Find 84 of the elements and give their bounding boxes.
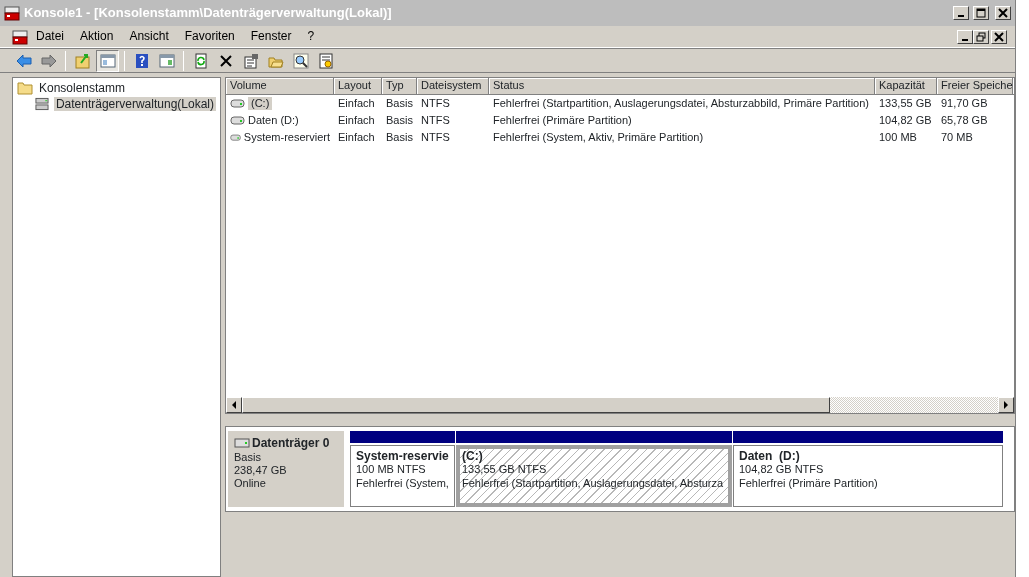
horizontal-scrollbar[interactable] <box>226 397 1014 413</box>
table-cell-text: Einfach <box>337 113 376 128</box>
menu-item[interactable]: Favoriten <box>176 27 243 46</box>
column-header[interactable]: Layout <box>334 78 382 95</box>
table-cell-text: Basis <box>385 96 414 111</box>
disk-info: 238,47 GB <box>234 464 288 478</box>
table-cell-text: 70 MB <box>940 130 974 145</box>
partition-name: System-reservie <box>356 449 449 464</box>
drive-label[interactable]: System-reserviert <box>243 130 330 145</box>
partition-size: 100 MB NTFS <box>356 463 427 477</box>
minimize-icon <box>962 38 968 41</box>
partition-name: Daten (D:) <box>739 449 801 464</box>
table-cell-text: Einfach <box>337 130 376 145</box>
properties-icon <box>242 52 259 69</box>
minimize-icon <box>958 15 964 17</box>
pane-icon <box>158 52 175 69</box>
table-cell-text: Basis <box>385 130 414 145</box>
partition-status: Fehlerfrei (Primäre Partition) <box>739 476 879 490</box>
close-icon <box>994 31 1004 42</box>
maximize-icon <box>976 8 986 18</box>
partition-block[interactable]: System-reservie 100 MB NTFS Fehlerfrei (System, <box>350 445 455 507</box>
settings-icon <box>317 52 334 69</box>
table-cell-text: Fehlerfrei (Startpartition, Auslagerungsdatei, Absturzabbild, Primäre Partition) <box>492 96 870 111</box>
restore-icon <box>976 31 986 42</box>
pane-icon <box>99 52 116 69</box>
table-cell-text: NTFS <box>420 96 451 111</box>
menu-item[interactable]: Datei <box>28 27 72 46</box>
table-cell-text: 91,70 GB <box>940 96 989 111</box>
disk-info: Online <box>234 477 267 491</box>
column-header[interactable]: Volume <box>226 78 334 95</box>
minimize-button[interactable] <box>957 29 973 44</box>
disk-management-icon <box>35 96 50 112</box>
back-arrow-icon <box>15 52 32 69</box>
console-icon <box>4 5 20 21</box>
folder-icon <box>17 80 33 96</box>
partition-status: Fehlerfrei (Startpartition, Auslagerungsdatei, Absturza <box>462 476 725 490</box>
tree-item[interactable]: Konsolenstamm <box>37 80 128 96</box>
search-icon <box>292 52 309 69</box>
maximize-button[interactable] <box>973 6 989 20</box>
column-header[interactable]: Typ <box>382 78 417 95</box>
table-cell-text: 100 MB <box>878 130 918 145</box>
forward-arrow-icon <box>40 52 57 69</box>
right-arrow-icon <box>1002 400 1010 410</box>
partition-status: Fehlerfrei (System, <box>356 476 449 490</box>
menu-item[interactable]: Fenster <box>242 27 300 46</box>
partition-name: (C:) <box>462 449 484 464</box>
table-cell-text: NTFS <box>420 130 451 145</box>
table-cell-text: 65,78 GB <box>940 113 989 128</box>
drive-label[interactable]: Daten (D:) <box>248 113 299 128</box>
table-cell-text: Einfach <box>337 96 376 111</box>
table-cell-text: Fehlerfrei (Primäre Partition) <box>492 113 633 128</box>
column-header[interactable]: Dateisystem <box>417 78 489 95</box>
menu-item[interactable]: Ansicht <box>121 27 177 46</box>
close-button[interactable] <box>995 6 1011 20</box>
left-arrow-icon <box>230 400 238 410</box>
help-icon <box>133 52 150 69</box>
table-cell-text: 133,55 GB <box>878 96 933 111</box>
minimize-button[interactable] <box>953 6 969 20</box>
table-cell-text: Fehlerfrei (System, Aktiv, Primäre Partition) <box>492 130 705 145</box>
restore-button[interactable] <box>973 29 989 44</box>
delete-icon <box>217 52 234 69</box>
column-header[interactable]: Status <box>489 78 875 95</box>
menu-item[interactable]: ? <box>299 27 323 46</box>
disk-name: Datenträger 0 <box>252 435 330 451</box>
drive-label[interactable]: (C:) <box>248 96 273 111</box>
table-cell-text: NTFS <box>420 113 451 128</box>
partition-size: 104,82 GB NTFS <box>739 463 825 477</box>
folder-up-icon <box>74 52 91 69</box>
table-cell-text: 104,82 GB <box>878 113 933 128</box>
partition-block[interactable]: (C:) 133,55 GB NTFS Fehlerfrei (Startpartition, Auslagerungsdatei, Absturza <box>456 445 732 507</box>
refresh-icon <box>192 52 209 69</box>
tree-item[interactable]: Datenträgerverwaltung(Lokal) <box>53 96 216 112</box>
table-cell-text: Basis <box>385 113 414 128</box>
window-title: Konsole1 - [Konsolenstamm\Datenträgerverwaltung(Lokal)] <box>24 5 393 21</box>
console-icon <box>12 28 28 45</box>
close-icon <box>998 8 1008 18</box>
partition-block[interactable]: Daten (D:) 104,82 GB NTFS Fehlerfrei (Primäre Partition) <box>733 445 1003 507</box>
partition-size: 133,55 GB NTFS <box>462 463 548 477</box>
menu-item[interactable]: Aktion <box>72 27 122 46</box>
close-button[interactable] <box>991 29 1007 44</box>
disk-info: Basis <box>234 451 262 465</box>
column-header[interactable]: Freier Speiche <box>937 78 1013 95</box>
column-header[interactable]: Kapazität <box>875 78 937 95</box>
pane-button[interactable] <box>96 49 119 72</box>
